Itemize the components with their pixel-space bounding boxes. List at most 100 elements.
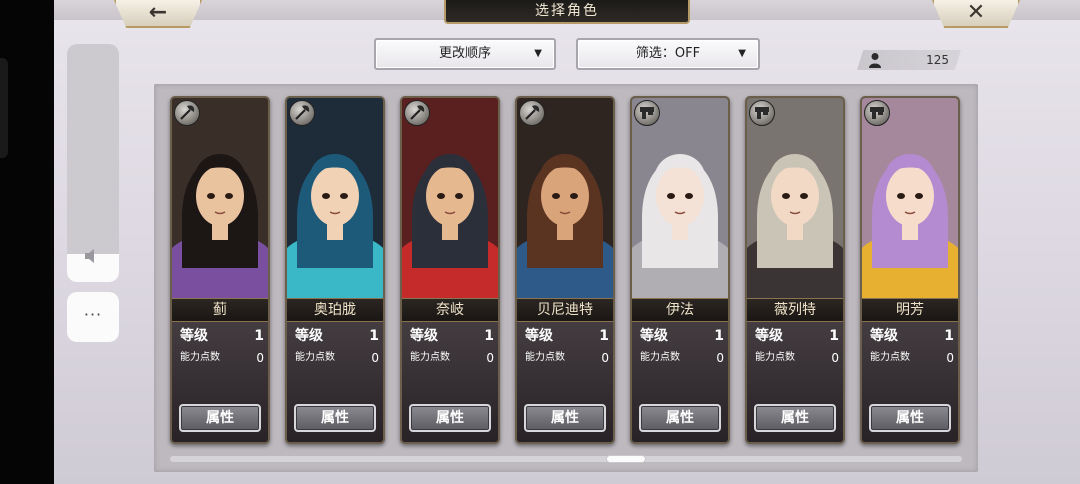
character-portrait xyxy=(172,98,268,298)
character-name: 奈岐 xyxy=(402,298,498,322)
level-row: 等级 1 xyxy=(870,326,954,346)
page-title: 选择角色 xyxy=(444,0,690,24)
floating-volume-panel[interactable] xyxy=(67,44,119,282)
character-stats: 等级 1 能力点数 0 属性 xyxy=(517,322,613,442)
level-label: 等级 xyxy=(180,328,208,344)
level-value: 1 xyxy=(484,328,494,344)
ability-points-value: 0 xyxy=(716,351,724,365)
character-portrait xyxy=(402,98,498,298)
level-row: 等级 1 xyxy=(525,326,609,346)
character-stats: 等级 1 能力点数 0 属性 xyxy=(172,322,268,442)
gun-icon xyxy=(864,100,890,126)
level-label: 等级 xyxy=(525,328,553,344)
character-card[interactable]: 蓟等级 1 能力点数 0 属性 xyxy=(170,96,270,444)
character-name: 薇列特 xyxy=(747,298,843,322)
character-name: 贝尼迪特 xyxy=(517,298,613,322)
left-edge-strip xyxy=(0,0,54,484)
level-label: 等级 xyxy=(870,328,898,344)
ability-points-label: 能力点数 xyxy=(525,352,565,363)
ability-points-value: 0 xyxy=(946,351,954,365)
ability-points-label: 能力点数 xyxy=(640,352,680,363)
ability-points-value: 0 xyxy=(601,351,609,365)
character-list-panel: 蓟等级 1 能力点数 0 属性 奥珀胧 等级 1 能力点数 0 属性 奈岐 等级 1 能力点数 0 属性 贝尼迪特… xyxy=(154,84,978,472)
character-portrait xyxy=(287,98,383,298)
ability-points-value: 0 xyxy=(371,351,379,365)
ability-points-label: 能力点数 xyxy=(410,352,450,363)
ability-points-value: 0 xyxy=(831,351,839,365)
sort-order-dropdown[interactable]: 更改顺序 ▼ xyxy=(374,38,556,70)
attribute-button[interactable]: 属性 xyxy=(869,404,951,432)
axe-icon xyxy=(519,100,545,126)
character-portrait xyxy=(517,98,613,298)
character-stats: 等级 1 能力点数 0 属性 xyxy=(402,322,498,442)
gun-icon xyxy=(634,100,660,126)
close-icon: ✕ xyxy=(966,0,986,25)
axe-icon xyxy=(174,100,200,126)
gun-icon xyxy=(749,100,775,126)
level-label: 等级 xyxy=(640,328,668,344)
roster-count-badge: 125 xyxy=(857,50,961,70)
character-portrait xyxy=(862,98,958,298)
user-icon xyxy=(869,53,881,68)
attribute-button[interactable]: 属性 xyxy=(294,404,376,432)
roster-count: 125 xyxy=(926,53,949,67)
character-select-screen: ← 选择角色 ✕ 更改顺序 ▼ 筛选：OFF ▼ 125 ··· 蓟等级 1 能力点… xyxy=(54,0,1080,484)
back-button[interactable]: ← xyxy=(114,0,202,28)
level-value: 1 xyxy=(944,328,954,344)
filter-label: 筛选：OFF xyxy=(635,46,701,61)
ability-points-row: 能力点数 0 xyxy=(295,350,379,366)
axe-icon xyxy=(404,100,430,126)
character-name: 奥珀胧 xyxy=(287,298,383,322)
character-stats: 等级 1 能力点数 0 属性 xyxy=(287,322,383,442)
level-row: 等级 1 xyxy=(640,326,724,346)
ability-points-label: 能力点数 xyxy=(755,352,795,363)
axe-icon xyxy=(289,100,315,126)
character-stats: 等级 1 能力点数 0 属性 xyxy=(862,322,958,442)
ability-points-row: 能力点数 0 xyxy=(870,350,954,366)
filter-dropdown[interactable]: 筛选：OFF ▼ xyxy=(576,38,760,70)
edge-notch xyxy=(0,58,8,158)
character-card[interactable]: 明芳等级 1 能力点数 0 属性 xyxy=(860,96,960,444)
attribute-button[interactable]: 属性 xyxy=(754,404,836,432)
ability-points-row: 能力点数 0 xyxy=(640,350,724,366)
level-label: 等级 xyxy=(410,328,438,344)
ability-points-label: 能力点数 xyxy=(295,352,335,363)
ability-points-row: 能力点数 0 xyxy=(525,350,609,366)
level-value: 1 xyxy=(714,328,724,344)
character-card[interactable]: 奥珀胧等级 1 能力点数 0 属性 xyxy=(285,96,385,444)
level-value: 1 xyxy=(369,328,379,344)
character-name: 明芳 xyxy=(862,298,958,322)
level-row: 等级 1 xyxy=(755,326,839,346)
chevron-down-icon: ▼ xyxy=(534,48,542,59)
character-card[interactable]: 伊法 等级 1 能力点数 0 属性 xyxy=(630,96,730,444)
horizontal-scrollbar[interactable] xyxy=(170,455,962,463)
character-card[interactable]: 贝尼迪特等级 1 能力点数 0 属性 xyxy=(515,96,615,444)
speaker-icon xyxy=(85,249,94,263)
character-name: 蓟 xyxy=(172,298,268,322)
chevron-down-icon: ▼ xyxy=(738,48,746,59)
ability-points-row: 能力点数 0 xyxy=(755,350,839,366)
ability-points-label: 能力点数 xyxy=(180,352,220,363)
ability-points-value: 0 xyxy=(486,351,494,365)
level-row: 等级 1 xyxy=(410,326,494,346)
character-stats: 等级 1 能力点数 0 属性 xyxy=(747,322,843,442)
attribute-button[interactable]: 属性 xyxy=(179,404,261,432)
scrollbar-thumb[interactable] xyxy=(606,455,646,463)
ability-points-row: 能力点数 0 xyxy=(180,350,264,366)
character-card[interactable]: 奈岐等级 1 能力点数 0 属性 xyxy=(400,96,500,444)
character-cards: 蓟等级 1 能力点数 0 属性 奥珀胧 等级 1 能力点数 0 属性 奈岐 等级 1 能力点数 0 属性 贝尼迪特… xyxy=(170,96,970,446)
attribute-button[interactable]: 属性 xyxy=(639,404,721,432)
character-card[interactable]: 薇列特等级 1 能力点数 0 属性 xyxy=(745,96,845,444)
level-label: 等级 xyxy=(295,328,323,344)
more-options-button[interactable]: ··· xyxy=(67,292,119,342)
attribute-button[interactable]: 属性 xyxy=(409,404,491,432)
character-portrait xyxy=(747,98,843,298)
level-label: 等级 xyxy=(755,328,783,344)
ability-points-value: 0 xyxy=(256,351,264,365)
level-value: 1 xyxy=(599,328,609,344)
level-row: 等级 1 xyxy=(295,326,379,346)
close-button[interactable]: ✕ xyxy=(932,0,1020,28)
sort-order-label: 更改顺序 xyxy=(438,46,491,61)
level-value: 1 xyxy=(829,328,839,344)
attribute-button[interactable]: 属性 xyxy=(524,404,606,432)
